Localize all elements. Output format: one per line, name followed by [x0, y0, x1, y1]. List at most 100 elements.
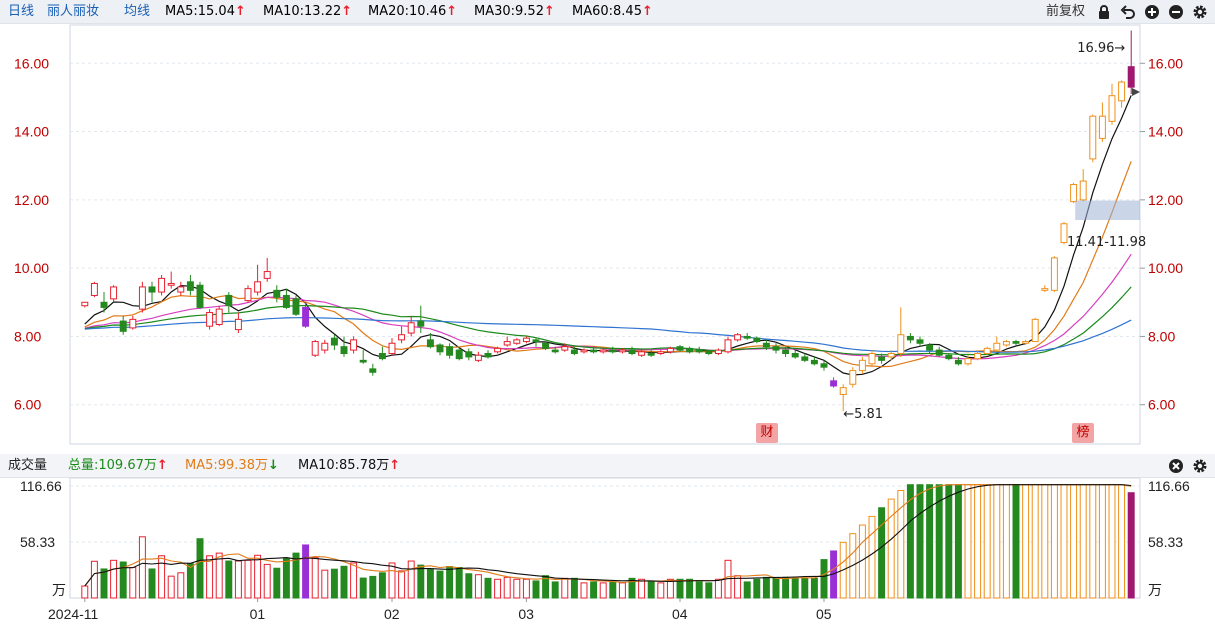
candle — [1041, 285, 1049, 293]
volume-bar — [868, 515, 876, 599]
volume-bar — [753, 578, 761, 599]
volume-bar — [945, 484, 953, 599]
candle-body — [330, 337, 338, 346]
candle-body — [436, 344, 444, 353]
candle — [1050, 256, 1058, 293]
x-tick-label: 2024-11 — [48, 606, 99, 622]
candle — [513, 338, 521, 345]
candle — [897, 307, 905, 357]
volume-tick-label-right: 58.33 — [1148, 534, 1183, 550]
candle-body — [196, 284, 204, 308]
badge-cai[interactable]: 财 — [756, 423, 778, 443]
candle-body — [695, 349, 703, 353]
kline-chart[interactable]: 6.00 6.00 8.00 8.00 10.00 10.00 12.00 12.00 14.0… — [0, 0, 1215, 626]
volume-bar — [311, 557, 319, 599]
volume-bar — [254, 554, 262, 599]
volume-bar — [282, 557, 290, 599]
volume-bar — [359, 577, 367, 599]
candle-body — [954, 359, 962, 365]
candle-body — [234, 318, 242, 331]
candle-body — [254, 281, 262, 293]
candle-body — [916, 339, 924, 344]
volume-tick-label-right: 116.66 — [1148, 478, 1190, 494]
candle-body — [206, 312, 214, 327]
candle-body — [100, 301, 108, 308]
candle-body — [90, 283, 98, 296]
volume-bar — [1031, 484, 1039, 599]
x-tick-label: 04 — [672, 606, 688, 622]
y-tick-label: 10.00 — [14, 260, 49, 276]
candle-body — [359, 359, 367, 363]
candle-body — [570, 349, 578, 355]
candle-body — [186, 281, 194, 291]
volume-bar — [484, 577, 492, 599]
candle-body — [388, 342, 396, 355]
volume-bar — [974, 484, 982, 599]
volume-bar — [734, 575, 742, 599]
volume-bar — [705, 582, 713, 599]
candle — [1031, 317, 1039, 343]
volume-bar — [820, 559, 828, 599]
y-tick-label-right: 10.00 — [1148, 260, 1183, 276]
candle — [273, 285, 281, 303]
volume-bar — [1002, 484, 1010, 599]
candle — [522, 336, 530, 344]
candle — [186, 274, 194, 296]
volume-bar — [225, 560, 233, 599]
volume-bar — [138, 536, 146, 599]
candle-body — [302, 306, 310, 327]
candle-body — [820, 363, 828, 368]
candle — [474, 351, 482, 363]
badge-bang[interactable]: 榜 — [1072, 423, 1094, 443]
volume-bar — [1118, 484, 1126, 599]
ma20-line — [84, 253, 1132, 360]
volume-tick-label: 58.33 — [20, 534, 55, 550]
volume-bar — [494, 578, 502, 599]
candle — [119, 315, 127, 335]
volume-bar — [878, 507, 886, 599]
volume-bar — [436, 570, 444, 599]
candle-body — [378, 353, 386, 360]
volume-bar — [465, 573, 473, 599]
candle-body — [465, 351, 473, 358]
candle-body — [897, 334, 905, 355]
volume-bar — [570, 577, 578, 599]
volume-bar — [1070, 484, 1078, 599]
volume-bar — [167, 575, 175, 599]
volume-bar — [801, 577, 809, 599]
candle-body — [849, 370, 857, 385]
volume-bar — [762, 576, 770, 599]
candle-body — [666, 347, 674, 353]
candle-body — [638, 351, 646, 356]
candle-body — [455, 349, 463, 360]
candle-body — [407, 322, 415, 334]
candle — [791, 350, 799, 359]
candle-body — [282, 294, 290, 308]
price-frame — [69, 24, 1141, 445]
volume-bar — [618, 582, 626, 599]
candle — [369, 363, 377, 376]
volume-bar — [206, 555, 214, 599]
candle — [436, 343, 444, 356]
candle-body — [263, 271, 271, 279]
candle — [254, 264, 262, 296]
volume-bar — [398, 570, 406, 599]
candle — [1070, 182, 1078, 204]
high-label: 16.96→ — [1077, 41, 1125, 56]
candle-body — [1070, 183, 1078, 203]
volume-bar — [561, 577, 569, 599]
candle — [206, 309, 214, 330]
candle — [1012, 339, 1020, 345]
volume-bar — [743, 581, 751, 599]
candle — [465, 348, 473, 361]
annotations: 16.96→ ←5.81 11.41-11.98 — [843, 41, 1146, 422]
candle-body — [686, 347, 694, 353]
volume-tick-label: 116.66 — [20, 478, 62, 494]
volume-unit: 万 — [52, 583, 66, 599]
candle-body — [945, 354, 953, 360]
volume-bar — [350, 562, 358, 599]
highlight-range-box — [1075, 200, 1140, 220]
volume-unit-right: 万 — [1148, 583, 1162, 599]
volume-bar — [551, 581, 559, 599]
candle — [138, 281, 146, 313]
